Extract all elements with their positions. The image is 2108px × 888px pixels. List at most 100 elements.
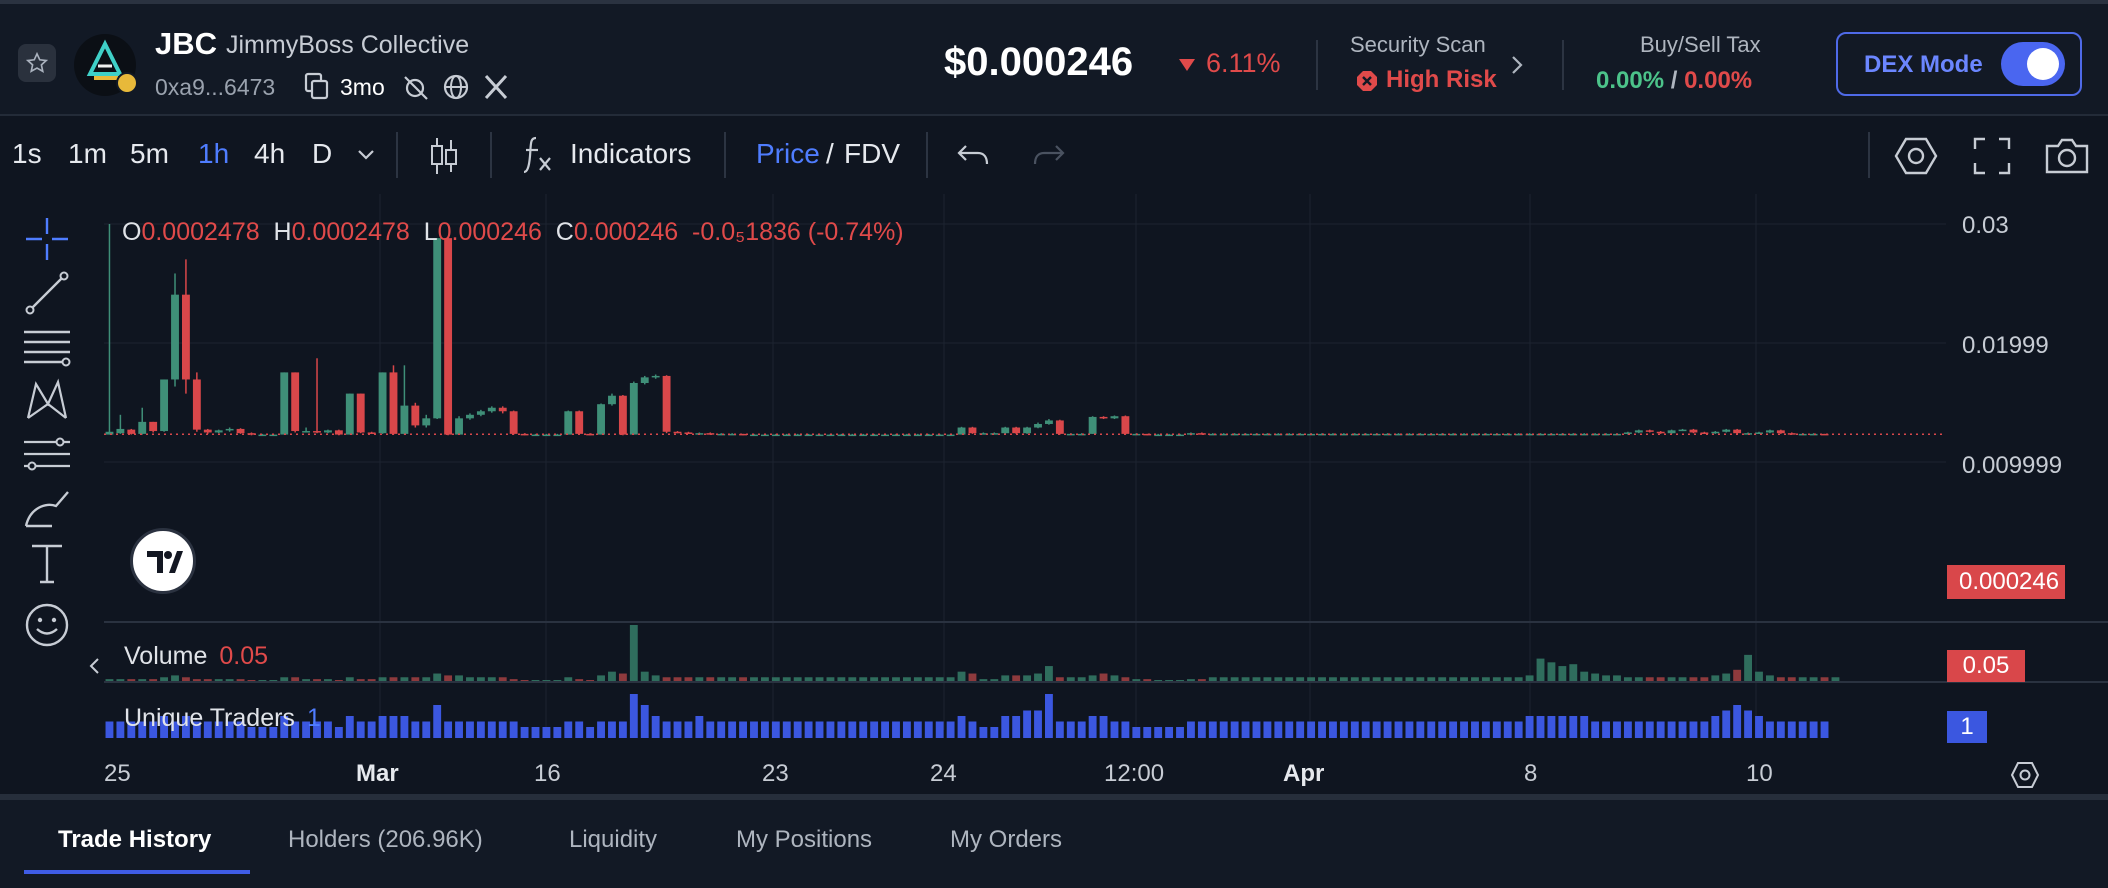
traders-label: Unique Traders [124, 704, 295, 732]
volume-bar [564, 677, 573, 681]
indicators-fx-icon[interactable] [522, 134, 554, 176]
traders-bar [1230, 721, 1239, 738]
timeframe-1h[interactable]: 1h [198, 138, 229, 170]
tab-my-orders[interactable]: My Orders [950, 826, 1062, 854]
candle-body [389, 372, 398, 434]
volume-bar [881, 677, 890, 681]
token-address[interactable]: 0xa9...6473 [155, 74, 275, 101]
traders-bar [1656, 721, 1665, 738]
redo-icon[interactable] [1032, 140, 1066, 170]
volume-bar [1154, 680, 1163, 681]
chevron-right-icon[interactable] [1510, 54, 1524, 76]
divider [724, 132, 726, 178]
candle-body [1656, 431, 1665, 434]
candle-body [466, 414, 474, 419]
volume-bar [455, 675, 463, 681]
traders-bar [804, 721, 813, 738]
volume-bar [1591, 673, 1600, 681]
traders-bar [1689, 721, 1698, 738]
timeframe-1s[interactable]: 1s [12, 138, 42, 170]
dex-mode-toggle[interactable]: DEX Mode [1836, 32, 2082, 96]
traders-bar [1569, 716, 1578, 738]
candle-body [1088, 416, 1097, 434]
candle-body [1110, 416, 1119, 419]
tab-holders[interactable]: Holders (206.96K) [288, 826, 483, 854]
globe-icon[interactable] [442, 72, 470, 102]
timeframe-4h[interactable]: 4h [254, 138, 285, 170]
volume-bar [1525, 675, 1534, 681]
candle-body [400, 405, 409, 434]
volume-bar [946, 677, 955, 681]
volume-bar [870, 677, 879, 681]
candle-body [651, 375, 660, 378]
volume-bar [815, 677, 824, 681]
volume-bar [313, 679, 321, 681]
candle-body [837, 434, 846, 437]
security-status[interactable]: High Risk [1386, 66, 1497, 94]
tab-liquidity[interactable]: Liquidity [569, 826, 657, 854]
x-twitter-icon[interactable] [482, 72, 510, 102]
dex-mode-switch[interactable] [2001, 42, 2065, 86]
traders-bar [902, 721, 911, 738]
security-scan-label[interactable]: Security Scan [1350, 32, 1486, 58]
candle-body [1296, 433, 1305, 436]
candle-body [1722, 429, 1731, 432]
settings-icon[interactable] [1894, 134, 1938, 178]
traders-bar [586, 727, 595, 738]
fdv-mode-button[interactable]: FDV [844, 138, 900, 170]
timeframe-d[interactable]: D [312, 138, 332, 170]
traders-bar [324, 721, 332, 738]
traders-bar [356, 721, 365, 738]
traders-bar [520, 727, 529, 738]
volume-bar [848, 677, 857, 681]
candle-body [411, 405, 420, 426]
traders-bar [1645, 721, 1654, 738]
candle-body [225, 428, 234, 431]
volume-bar [171, 675, 179, 681]
token-price: $0.000246 [944, 40, 1134, 84]
undo-icon[interactable] [956, 140, 990, 170]
traders-bar [1722, 710, 1731, 738]
divider [1562, 40, 1564, 90]
traders-bar [1099, 716, 1108, 738]
volume-bar [597, 675, 605, 681]
tab-my-positions[interactable]: My Positions [736, 826, 872, 854]
volume-bar [367, 679, 376, 681]
traders-bar [618, 721, 627, 738]
volume-label: Volume [124, 642, 208, 670]
volume-bar [618, 673, 627, 681]
price-mode-button[interactable]: Price [756, 138, 820, 170]
volume-bar [1449, 677, 1458, 681]
search-x-icon[interactable] [402, 72, 430, 102]
volume-bar [1263, 677, 1272, 681]
volume-bar [1318, 677, 1326, 681]
camera-icon[interactable] [2044, 136, 2090, 176]
volume-bar [1547, 662, 1556, 681]
chart-settings-icon[interactable] [2010, 760, 2040, 790]
copy-icon[interactable] [304, 72, 330, 102]
volume-bar [1383, 677, 1392, 681]
traders-bar [542, 727, 551, 738]
chevron-down-icon[interactable] [356, 148, 376, 162]
traders-bar [1077, 721, 1086, 738]
timeframe-1m[interactable]: 1m [68, 138, 107, 170]
traders-bar [1339, 721, 1348, 738]
traders-bar [1492, 721, 1501, 738]
candle-body [1711, 431, 1720, 434]
tradingview-logo[interactable] [130, 528, 196, 594]
candle-style-icon[interactable] [428, 136, 460, 176]
divider [1316, 40, 1318, 90]
timeframe-5m[interactable]: 5m [130, 138, 169, 170]
favorite-star-button[interactable] [18, 44, 56, 82]
traders-bar [1252, 721, 1261, 738]
traders-bar [1055, 721, 1064, 738]
traders-bar [1143, 727, 1152, 738]
candle-body [487, 407, 496, 412]
fullscreen-icon[interactable] [1972, 136, 2012, 176]
traders-bar [1187, 721, 1195, 738]
volume-bar [531, 680, 540, 681]
indicators-button[interactable]: Indicators [570, 138, 691, 170]
traders-bar [1208, 721, 1217, 738]
volume-bar [1656, 677, 1665, 681]
tab-trade-history[interactable]: Trade History [58, 826, 211, 854]
